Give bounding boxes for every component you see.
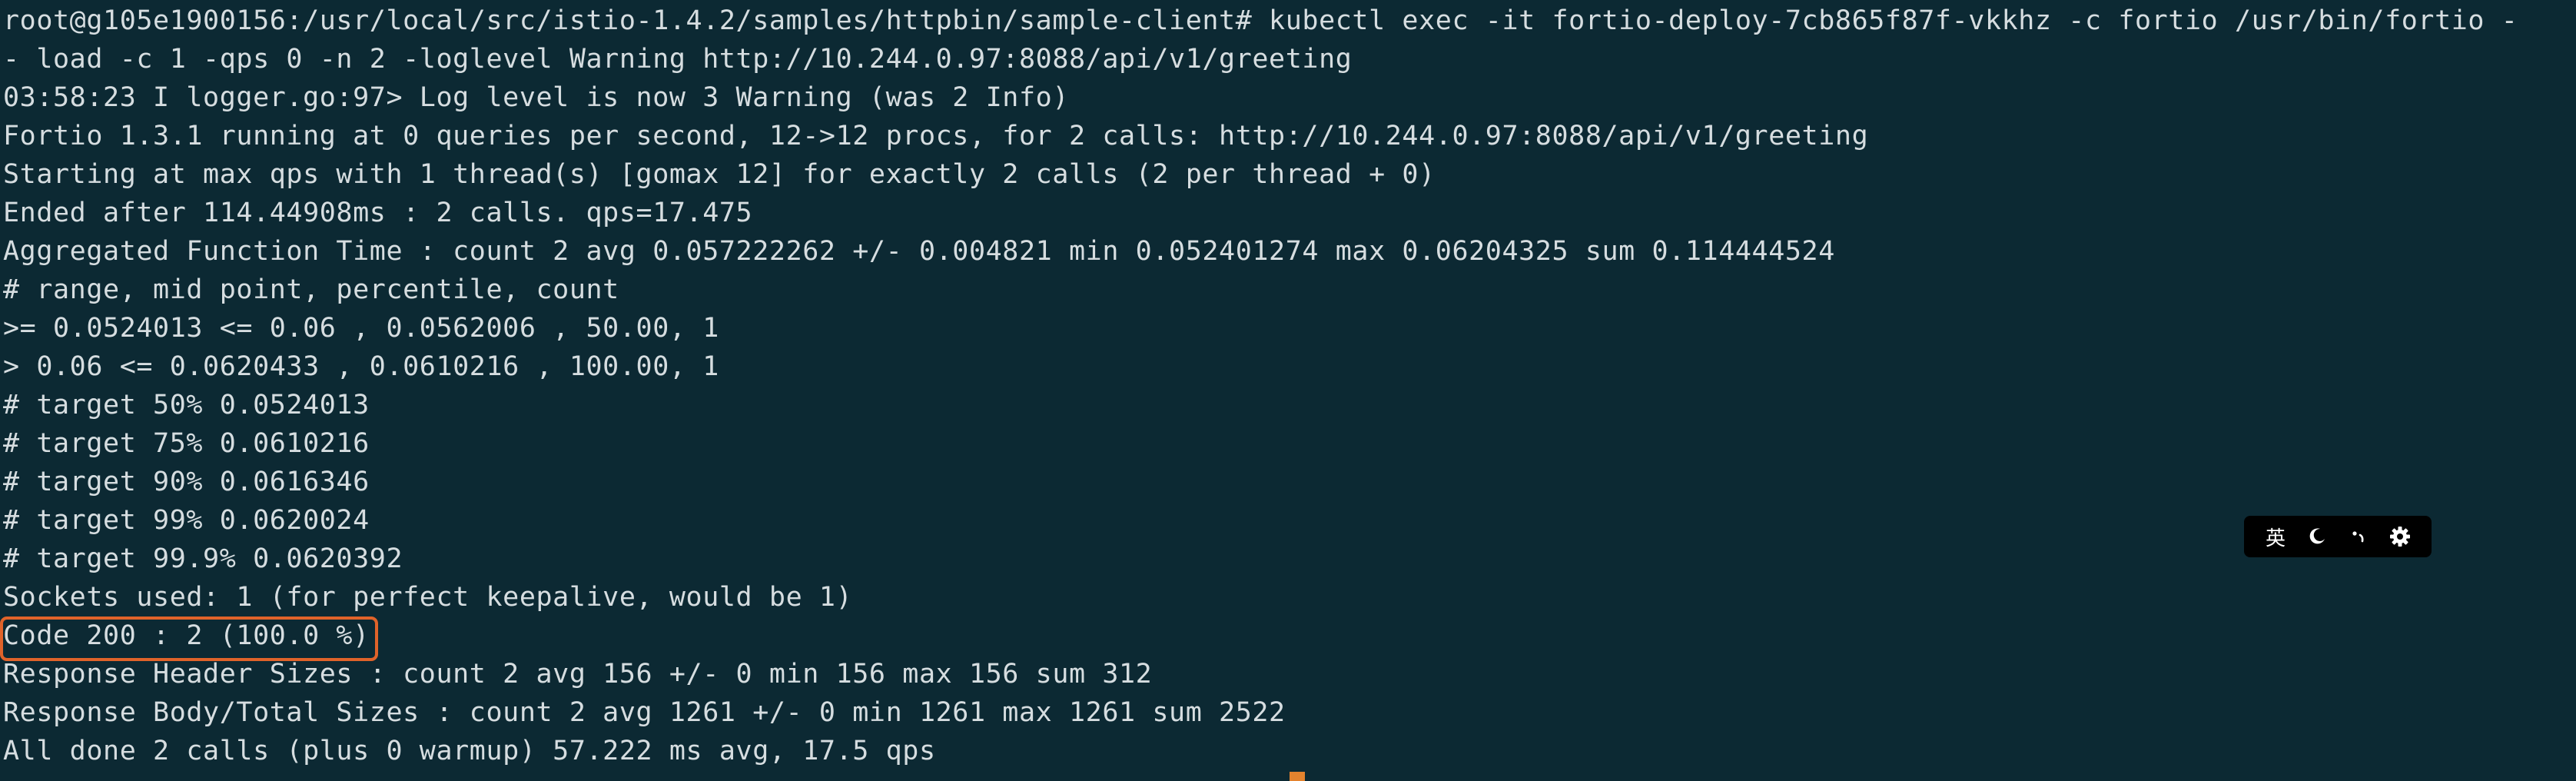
terminal-cursor xyxy=(1290,772,1305,781)
terminal-line-starting: Starting at max qps with 1 thread(s) [go… xyxy=(3,159,1436,190)
terminal-window[interactable]: root@g105e1900156:/usr/local/src/istio-1… xyxy=(0,0,2576,781)
terminal-line-command-cont: - load -c 1 -qps 0 -n 2 -loglevel Warnin… xyxy=(3,44,1353,75)
gear-icon[interactable] xyxy=(2385,521,2415,552)
code-200-highlight xyxy=(0,616,378,661)
terminal-line-target-99-9: # target 99.9% 0.0620392 xyxy=(3,543,403,574)
terminal-line-all-done: All done 2 calls (plus 0 warmup) 57.222 … xyxy=(3,736,936,766)
terminal-line-range-1: >= 0.0524013 <= 0.06 , 0.0562006 , 50.00… xyxy=(3,313,719,344)
terminal-line-log: 03:58:23 I logger.go:97> Log level is no… xyxy=(3,82,1069,113)
terminal-line-target-99: # target 99% 0.0620024 xyxy=(3,505,370,536)
terminal-line-range-2: > 0.06 <= 0.0620433 , 0.0610216 , 100.00… xyxy=(3,351,719,382)
punctuation-icon[interactable] xyxy=(2343,521,2374,552)
terminal-line-target-75: # target 75% 0.0610216 xyxy=(3,428,370,459)
ime-toolbar[interactable]: 英 xyxy=(2244,516,2432,557)
terminal-line-sockets: Sockets used: 1 (for perfect keepalive, … xyxy=(3,582,853,613)
terminal-line-ended: Ended after 114.44908ms : 2 calls. qps=1… xyxy=(3,198,753,228)
language-toggle[interactable]: 英 xyxy=(2260,521,2291,552)
moon-icon[interactable] xyxy=(2302,521,2332,552)
terminal-line-aggregated: Aggregated Function Time : count 2 avg 0… xyxy=(3,236,1835,267)
terminal-line-target-90: # target 90% 0.0616346 xyxy=(3,467,370,497)
terminal-line-body-sizes: Response Body/Total Sizes : count 2 avg … xyxy=(3,697,1286,728)
terminal-line-range-header: # range, mid point, percentile, count xyxy=(3,274,619,305)
terminal-line-command: root@g105e1900156:/usr/local/src/istio-1… xyxy=(3,5,2518,36)
terminal-line-target-50: # target 50% 0.0524013 xyxy=(3,390,370,420)
terminal-line-fortio-info: Fortio 1.3.1 running at 0 queries per se… xyxy=(3,121,1869,151)
